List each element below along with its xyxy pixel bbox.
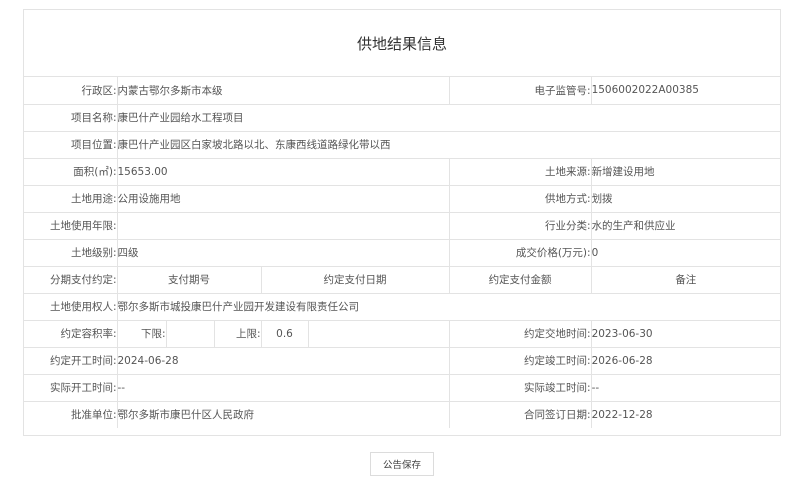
use-years-value [117, 212, 450, 240]
land-grade-label: 土地级别: [24, 239, 118, 267]
installment-col-note: 备注 [591, 266, 781, 294]
delivery-value: 2023-06-30 [591, 320, 781, 348]
district-label: 行政区: [24, 77, 118, 105]
owner-label: 土地使用权人: [24, 293, 118, 321]
table-row: 实际开工时间: -- 实际竣工时间: -- [24, 374, 781, 402]
installment-col-amount: 约定支付金额 [449, 266, 592, 294]
project-location-value: 康巴什产业园区白家坡北路以北、东康西线道路绿化带以西 [117, 131, 781, 159]
table-row: 土地级别: 四级 成交价格(万元): 0 [24, 239, 781, 267]
industry-label: 行业分类: [449, 212, 592, 240]
supply-method-label: 供地方式: [449, 185, 592, 213]
installment-col-period: 支付期号 [117, 266, 262, 294]
table-row: 面积(㎡): 15653.00 土地来源: 新增建设用地 [24, 158, 781, 186]
contract-date-value: 2022-12-28 [591, 408, 653, 421]
actual-finish-value: -- [591, 374, 781, 402]
price-label: 成交价格(万元): [449, 239, 592, 267]
table-row: 分期支付约定: 支付期号 约定支付日期 约定支付金额 备注 [24, 266, 781, 294]
table-row: 行政区: 内蒙古鄂尔多斯市本级 电子监管号: 1506002022A00385 [24, 77, 781, 105]
table-row: 土地使用年限: 行业分类: 水的生产和供应业 [24, 212, 781, 240]
actual-start-value: -- [117, 374, 450, 402]
land-grade-value: 四级 [117, 239, 450, 267]
project-name-label: 项目名称: [24, 104, 118, 132]
table-row: 约定开工时间: 2024-06-28 约定竣工时间: 2026-06-28 [24, 347, 781, 375]
far-lower-value [166, 320, 215, 348]
table-row: 项目位置: 康巴什产业园区白家坡北路以北、东康西线道路绿化带以西 [24, 131, 781, 159]
actual-start-label: 实际开工时间: [24, 374, 118, 402]
delivery-label: 约定交地时间: [449, 320, 592, 348]
approver-value: 鄂尔多斯市康巴什区人民政府 [117, 401, 450, 428]
page-title: 供地结果信息 [24, 10, 780, 77]
installment-label: 分期支付约定: [24, 266, 118, 294]
project-name-value: 康巴什产业园给水工程项目 [117, 104, 781, 132]
info-table: 行政区: 内蒙古鄂尔多斯市本级 电子监管号: 1506002022A00385 … [24, 77, 781, 428]
installment-col-date: 约定支付日期 [261, 266, 450, 294]
use-years-label: 土地使用年限: [24, 212, 118, 240]
actual-finish-label: 实际竣工时间: [449, 374, 592, 402]
supervision-value: 1506002022A00385 [591, 77, 781, 105]
far-spacer [308, 320, 450, 348]
planned-start-value: 2024-06-28 [117, 347, 450, 375]
owner-value: 鄂尔多斯市城投康巴什产业园开发建设有限责任公司 [117, 293, 781, 321]
approver-label: 批准单位: [24, 401, 118, 428]
table-row: 约定容积率: 下限: 上限: 0.6 约定交地时间: 2023-06-30 [24, 320, 781, 348]
far-label: 约定容积率: [24, 320, 118, 348]
far-lower-label: 下限: [117, 320, 167, 348]
district-value: 内蒙古鄂尔多斯市本级 [117, 77, 450, 105]
industry-value: 水的生产和供应业 [591, 212, 781, 240]
land-source-value: 新增建设用地 [591, 158, 781, 186]
planned-finish-label: 约定竣工时间: [449, 347, 592, 375]
supply-method-value: 划拨 [591, 185, 781, 213]
project-location-label: 项目位置: [24, 131, 118, 159]
contract-date-label: 合同签订日期: [449, 401, 592, 428]
supervision-label: 电子监管号: [449, 77, 592, 105]
table-row: 土地用途: 公用设施用地 供地方式: 划拨 [24, 185, 781, 213]
far-upper-label: 上限: [214, 320, 262, 348]
save-announcement-button[interactable]: 公告保存 [370, 452, 434, 476]
land-use-value: 公用设施用地 [117, 185, 450, 213]
land-source-label: 土地来源: [449, 158, 592, 186]
planned-finish-value: 2026-06-28 [591, 347, 781, 375]
button-row: 公告保存 [0, 452, 800, 478]
area-label: 面积(㎡): [24, 158, 118, 186]
result-panel: 供地结果信息 行政区: 内蒙古鄂尔多斯市本级 电子监管号: 1506002022… [23, 9, 781, 436]
area-value: 15653.00 [117, 158, 450, 186]
land-use-label: 土地用途: [24, 185, 118, 213]
planned-start-label: 约定开工时间: [24, 347, 118, 375]
table-row: 项目名称: 康巴什产业园给水工程项目 [24, 104, 781, 132]
far-upper-value: 0.6 [261, 320, 309, 348]
table-row: 土地使用权人: 鄂尔多斯市城投康巴什产业园开发建设有限责任公司 [24, 293, 781, 321]
price-value: 0 [591, 239, 781, 267]
table-row: 批准单位: 鄂尔多斯市康巴什区人民政府 合同签订日期: 2022-12-28 [24, 401, 780, 428]
